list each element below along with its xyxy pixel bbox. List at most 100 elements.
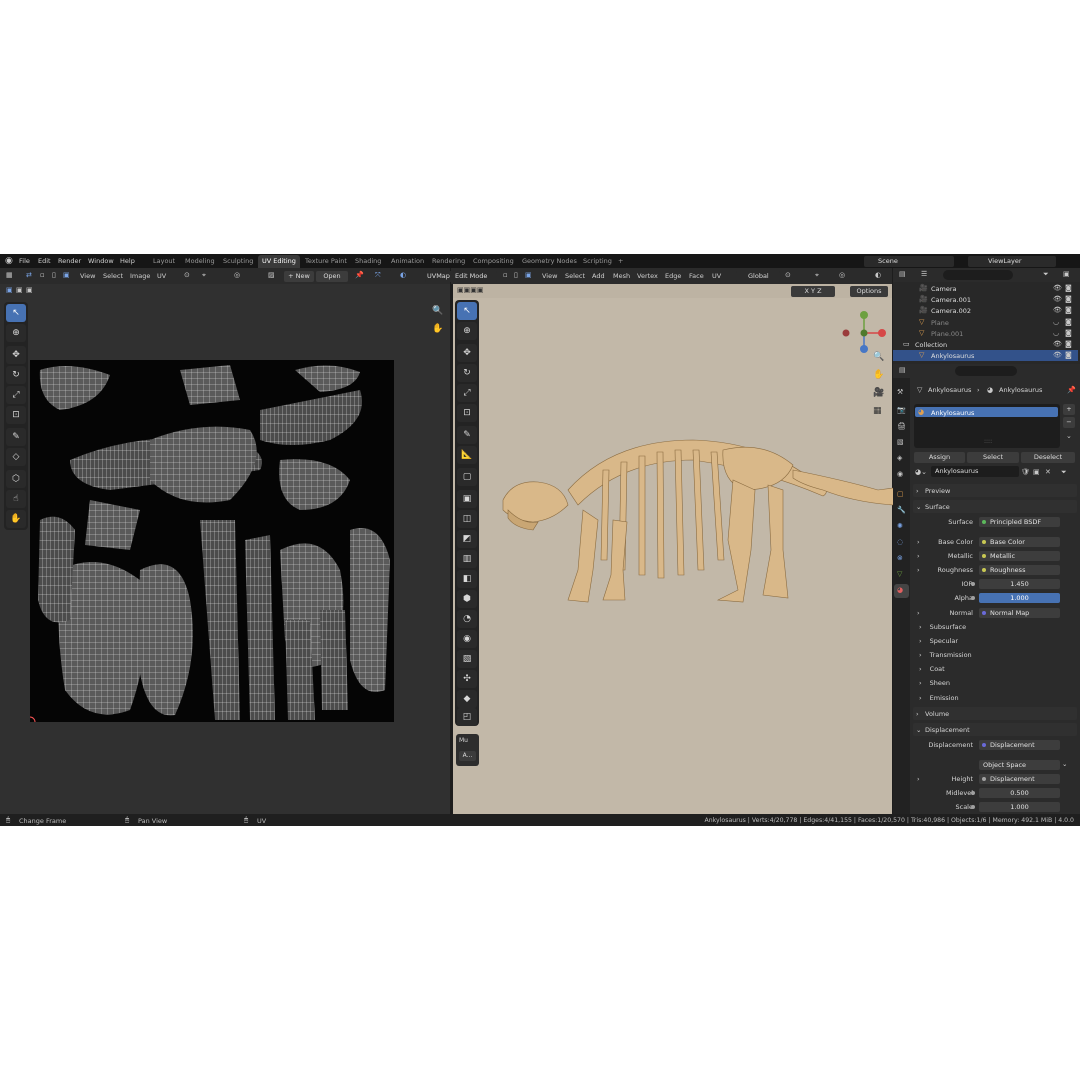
- proportional-icon[interactable]: ◎: [839, 271, 845, 279]
- modifier-tab-icon[interactable]: 🔧: [897, 506, 906, 514]
- vp-scale-tool-icon[interactable]: ⤢: [457, 384, 477, 402]
- vertex-mode-icon[interactable]: ▫: [503, 271, 508, 279]
- particles-tab-icon[interactable]: ✺: [897, 522, 903, 530]
- browse-material-icon[interactable]: ◕⌄: [915, 468, 927, 476]
- render-visibility-icon[interactable]: ◙: [1065, 284, 1072, 292]
- outliner-editor-icon[interactable]: ▤: [899, 270, 906, 278]
- rotate-tool-icon[interactable]: ↻: [6, 366, 26, 384]
- surface-field-value[interactable]: Normal Map: [979, 607, 1060, 618]
- properties-editor-icon[interactable]: ▤: [899, 366, 906, 374]
- viewport-shading-icon[interactable]: ◐: [875, 271, 881, 279]
- space-dropdown[interactable]: Object Space: [979, 760, 1060, 770]
- surface-field-value[interactable]: Base Color: [979, 537, 1060, 547]
- filter-icon[interactable]: ⏷: [1043, 270, 1049, 279]
- uv-area-select3-icon[interactable]: ▣: [26, 286, 33, 294]
- gizmo-neg-x[interactable]: [842, 329, 850, 337]
- tab-modeling[interactable]: Modeling: [182, 257, 218, 265]
- render-visibility-icon[interactable]: ◙: [1065, 295, 1072, 303]
- duplicate-material-icon[interactable]: ▣: [1033, 468, 1040, 476]
- vp-transform-tool-icon[interactable]: ⊡: [457, 404, 477, 422]
- extrude-tool-icon[interactable]: ▣: [457, 490, 477, 508]
- vp-menu-uv[interactable]: UV: [712, 272, 721, 280]
- outliner-item[interactable]: ▭ Collection 👁 ◙: [893, 339, 1078, 350]
- shrink-tool-icon[interactable]: ✣: [457, 670, 477, 688]
- view-layer-selector[interactable]: ViewLayer: [968, 256, 1056, 267]
- new-image-button[interactable]: + New: [284, 271, 314, 282]
- subsection-item[interactable]: › Transmission: [919, 651, 972, 659]
- relax-tool-icon[interactable]: ☝: [6, 490, 26, 508]
- displacement-panel[interactable]: ⌄ Displacement: [913, 723, 1077, 736]
- output-tab-icon[interactable]: 🖨: [897, 422, 906, 430]
- select-box-tool-icon[interactable]: ↖: [6, 304, 26, 322]
- eye-closed-icon[interactable]: ◡: [1053, 318, 1059, 326]
- shear-tool-icon[interactable]: ◆: [457, 690, 477, 708]
- pivot-icon[interactable]: ⊙: [184, 271, 190, 279]
- eye-icon[interactable]: 👁: [1053, 295, 1062, 303]
- displacement-field-value[interactable]: 1.000: [971, 802, 1060, 812]
- add-cube-tool-icon[interactable]: ▢: [457, 468, 477, 486]
- vp-menu-view[interactable]: View: [542, 272, 557, 280]
- object-tab-icon[interactable]: ▢: [897, 490, 904, 498]
- inset-tool-icon[interactable]: ◫: [457, 510, 477, 528]
- tab-sculpting[interactable]: Sculpting: [220, 257, 256, 265]
- vertex-select-icon[interactable]: ▫: [40, 271, 45, 279]
- outliner-item[interactable]: 🎥 Camera.002 👁 ◙: [893, 305, 1078, 316]
- menu-edit[interactable]: Edit: [38, 257, 51, 265]
- physics-tab-icon[interactable]: ◌: [897, 538, 903, 546]
- blender-logo-icon[interactable]: ◉: [5, 256, 13, 266]
- scene-selector[interactable]: Scene: [864, 256, 954, 267]
- render-visibility-icon[interactable]: ◙: [1065, 306, 1072, 314]
- transform-tool-icon[interactable]: ⊡: [6, 406, 26, 424]
- eye-icon[interactable]: 👁: [1053, 284, 1062, 292]
- face-select-icon[interactable]: ▣: [63, 271, 70, 279]
- material-slot-item[interactable]: ◕ Ankylosaurus: [915, 407, 1058, 417]
- unlink-material-icon[interactable]: ✕: [1045, 468, 1051, 476]
- new-collection-icon[interactable]: ▣: [1063, 270, 1070, 278]
- subsection-item[interactable]: › Subsurface: [919, 623, 966, 631]
- subsection-item[interactable]: › Coat: [919, 665, 945, 673]
- scene-tab-icon[interactable]: ◈: [897, 454, 902, 462]
- knife-tool-icon[interactable]: ◧: [457, 570, 477, 588]
- outliner-item[interactable]: 🎥 Camera 👁 ◙: [893, 283, 1078, 294]
- tab-texture-paint[interactable]: Texture Paint: [302, 257, 350, 265]
- editor-type-icon[interactable]: ▦: [6, 271, 13, 279]
- poly-build-tool-icon[interactable]: ⬢: [457, 590, 477, 608]
- add-slot-button[interactable]: +: [1063, 404, 1075, 415]
- link-mode-icon[interactable]: ⏷: [1061, 468, 1067, 477]
- menu-help[interactable]: Help: [120, 257, 135, 265]
- uv-area-select-icon[interactable]: ▣: [6, 286, 13, 294]
- pan-hand-icon[interactable]: ✋: [432, 324, 443, 334]
- select-tool-icon[interactable]: ↖: [457, 302, 477, 320]
- cursor-tool-icon[interactable]: ⊕: [6, 324, 26, 342]
- uv-menu-uv[interactable]: UV: [157, 272, 166, 280]
- tab-animation[interactable]: Animation: [388, 257, 427, 265]
- last-op-button[interactable]: A...: [459, 751, 476, 761]
- outliner-item[interactable]: 🎥 Camera.001 👁 ◙: [893, 294, 1078, 305]
- outliner-item[interactable]: ▽ Plane.001 ◡ ◙: [893, 328, 1078, 339]
- tab-rendering[interactable]: Rendering: [429, 257, 468, 265]
- material-tab[interactable]: ◕: [894, 584, 909, 598]
- open-image-button[interactable]: Open: [316, 271, 348, 282]
- 3d-cursor-tool-icon[interactable]: ⊕: [457, 322, 477, 340]
- outliner-item[interactable]: ▽ Ankylosaurus 👁 ◙: [893, 350, 1078, 362]
- eye-icon[interactable]: 👁: [1053, 340, 1062, 348]
- vp-menu-mesh[interactable]: Mesh: [613, 272, 630, 280]
- eye-icon[interactable]: 👁: [1053, 351, 1062, 359]
- options-button[interactable]: Options: [850, 286, 888, 297]
- navigation-gizmo[interactable]: [839, 308, 889, 358]
- vp-menu-add[interactable]: Add: [592, 272, 605, 280]
- smooth-tool-icon[interactable]: ◉: [457, 630, 477, 648]
- uv-menu-image[interactable]: Image: [130, 272, 150, 280]
- pinch-tool-icon[interactable]: ✋: [6, 510, 26, 528]
- mode-selector[interactable]: Edit Mode: [453, 271, 497, 282]
- deselect-button[interactable]: Deselect: [1021, 452, 1075, 463]
- eye-icon[interactable]: 👁: [1053, 306, 1062, 314]
- data-tab-icon[interactable]: ▽: [897, 570, 902, 578]
- loop-cut-tool-icon[interactable]: ▥: [457, 550, 477, 568]
- volume-panel[interactable]: › Volume: [913, 707, 1077, 720]
- vp-pan-icon[interactable]: ✋: [873, 370, 884, 380]
- surface-field-value[interactable]: Metallic: [979, 551, 1060, 562]
- uv-sticky-icon[interactable]: ⤧: [375, 271, 381, 280]
- uv-layout[interactable]: [30, 360, 394, 722]
- remove-slot-button[interactable]: −: [1063, 417, 1075, 428]
